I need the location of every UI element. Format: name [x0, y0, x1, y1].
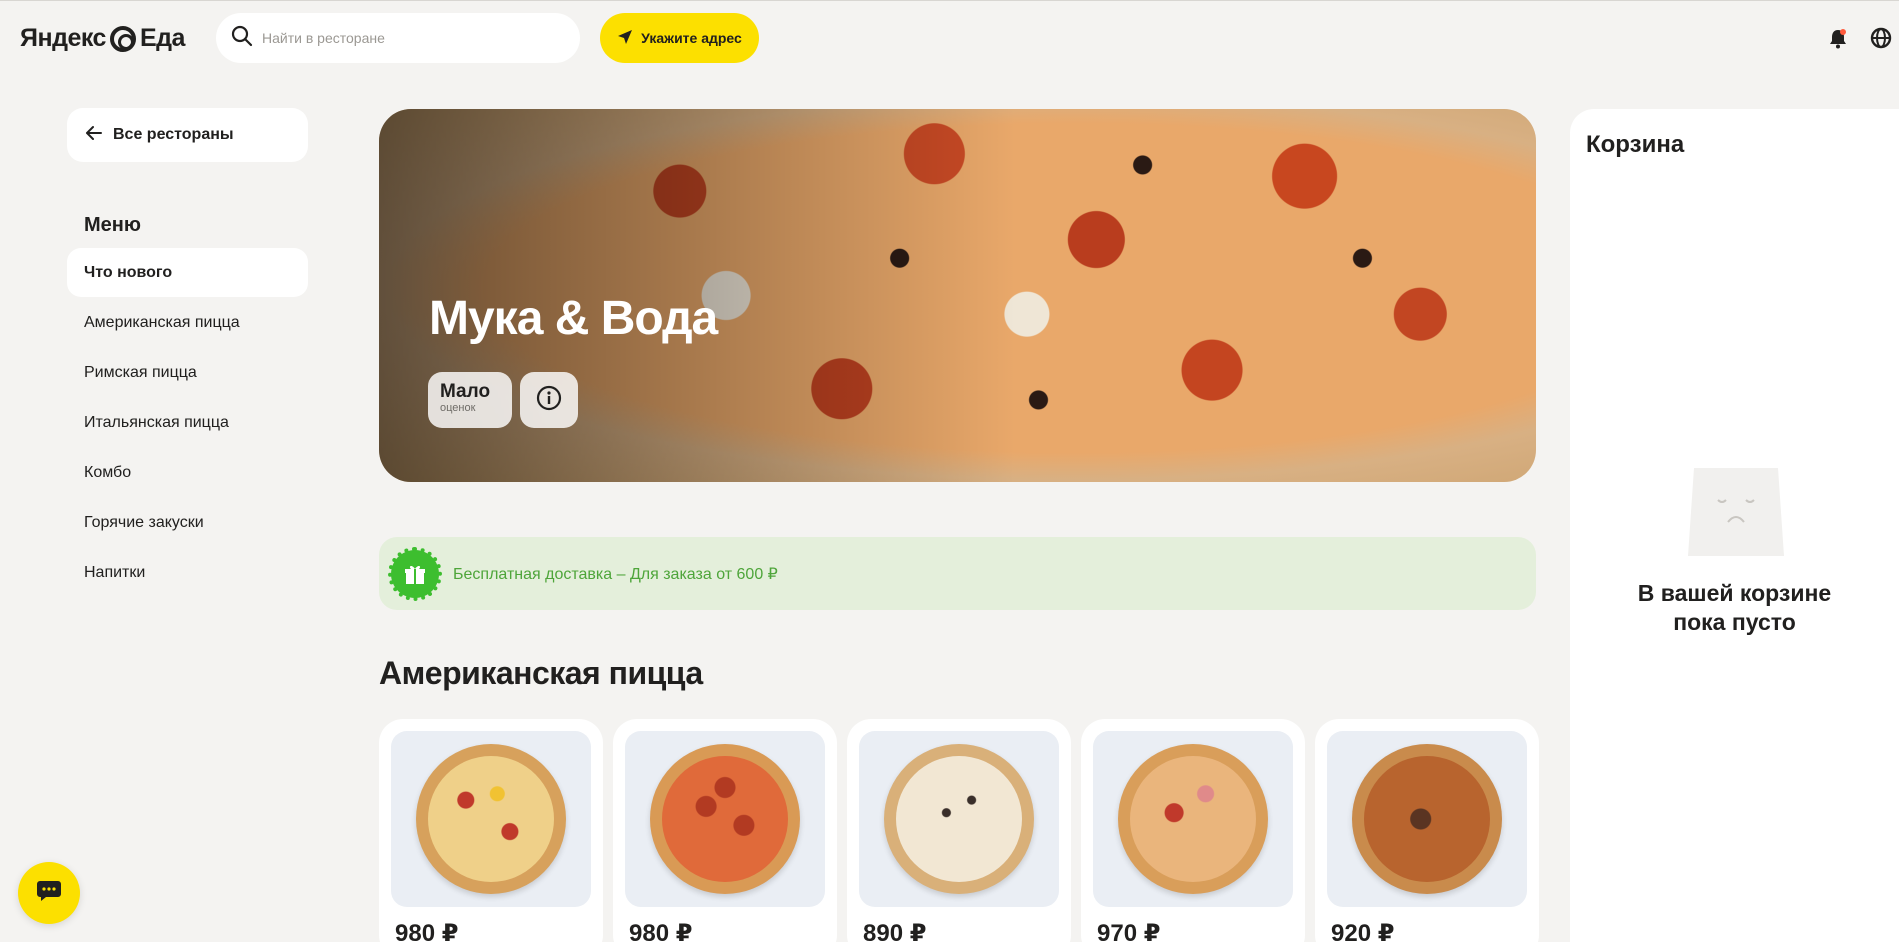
- menu-title: Меню: [84, 214, 141, 236]
- product-image: [859, 731, 1059, 907]
- product-card[interactable]: 920 ₽: [1315, 719, 1539, 942]
- product-image: [1093, 731, 1293, 907]
- top-divider: [0, 0, 1899, 1]
- product-card[interactable]: 980 ₽: [379, 719, 603, 942]
- product-price: 970 ₽: [1097, 920, 1161, 942]
- rating-value: Мало: [440, 381, 491, 402]
- cart-panel: Корзина В вашей корзине пока пусто: [1570, 109, 1899, 942]
- product-image: [391, 731, 591, 907]
- product-image: [1327, 731, 1527, 907]
- product-card[interactable]: 890 ₽: [847, 719, 1071, 942]
- gift-icon: [388, 546, 442, 601]
- address-button-label: Укажите адрес: [641, 30, 742, 46]
- empty-bag-icon: [1688, 464, 1784, 556]
- logo-text-eda: Еда: [139, 24, 185, 52]
- restaurant-name: Мука & Вода: [429, 292, 718, 345]
- menu-item-combo[interactable]: Комбо: [67, 448, 308, 497]
- menu-item-american-pizza[interactable]: Американская пицца: [67, 298, 308, 347]
- pizza-image: [884, 744, 1034, 894]
- menu-item-hot-snacks[interactable]: Горячие закуски: [67, 498, 308, 547]
- product-price: 920 ₽: [1331, 920, 1395, 942]
- restaurant-hero-banner: Мука & Вода Мало оценок: [379, 109, 1536, 482]
- chat-bubble-icon: [36, 879, 62, 908]
- search-bar[interactable]: [216, 13, 580, 63]
- menu-category-list: Что нового Американская пицца Римская пи…: [67, 248, 308, 598]
- rating-caption: оценок: [440, 402, 476, 414]
- product-price: 980 ₽: [629, 920, 693, 942]
- rating-chip[interactable]: Мало оценок: [428, 372, 512, 428]
- free-delivery-promo[interactable]: Бесплатная доставка – Для заказа от 600 …: [379, 537, 1536, 610]
- product-card[interactable]: 980 ₽: [613, 719, 837, 942]
- section-title-american-pizza: Американская пицца: [379, 655, 703, 691]
- pizza-image: [650, 744, 800, 894]
- cart-empty-line-2: пока пусто: [1673, 609, 1796, 635]
- language-globe-icon[interactable]: [1869, 26, 1893, 50]
- product-cards-row: 980 ₽ 980 ₽ 890 ₽ 970 ₽ 920 ₽: [379, 719, 1539, 942]
- specify-address-button[interactable]: Укажите адрес: [600, 13, 759, 63]
- all-restaurants-button[interactable]: Все рестораны: [67, 108, 308, 162]
- notification-bell-icon[interactable]: [1826, 26, 1850, 50]
- pizza-image: [1352, 744, 1502, 894]
- menu-item-drinks[interactable]: Напитки: [67, 548, 308, 597]
- logo-text-yandex: Яндекс: [20, 24, 106, 52]
- arrow-left-icon: [85, 124, 103, 147]
- support-chat-button[interactable]: [18, 862, 80, 924]
- yandex-eda-logo[interactable]: Яндекс Еда: [20, 24, 185, 53]
- info-icon: [536, 385, 562, 416]
- cart-empty-message: В вашей корзине пока пусто: [1570, 579, 1899, 637]
- pizza-image: [416, 744, 566, 894]
- all-restaurants-label: Все рестораны: [113, 126, 234, 143]
- search-input[interactable]: [262, 30, 562, 46]
- menu-item-italian-pizza[interactable]: Итальянская пицца: [67, 398, 308, 447]
- pizza-image: [1118, 744, 1268, 894]
- location-arrow-icon: [617, 29, 633, 48]
- cart-empty-line-1: В вашей корзине: [1637, 580, 1832, 606]
- product-image: [625, 731, 825, 907]
- restaurant-info-button[interactable]: [520, 372, 578, 428]
- menu-item-roman-pizza[interactable]: Римская пицца: [67, 348, 308, 397]
- product-price: 980 ₽: [395, 920, 459, 942]
- search-icon: [230, 24, 254, 53]
- logo-at-icon: [109, 25, 136, 52]
- menu-item-whats-new[interactable]: Что нового: [67, 248, 308, 297]
- cart-title: Корзина: [1586, 131, 1685, 158]
- promo-text: Бесплатная доставка – Для заказа от 600 …: [453, 565, 778, 583]
- product-price: 890 ₽: [863, 920, 927, 942]
- product-card[interactable]: 970 ₽: [1081, 719, 1305, 942]
